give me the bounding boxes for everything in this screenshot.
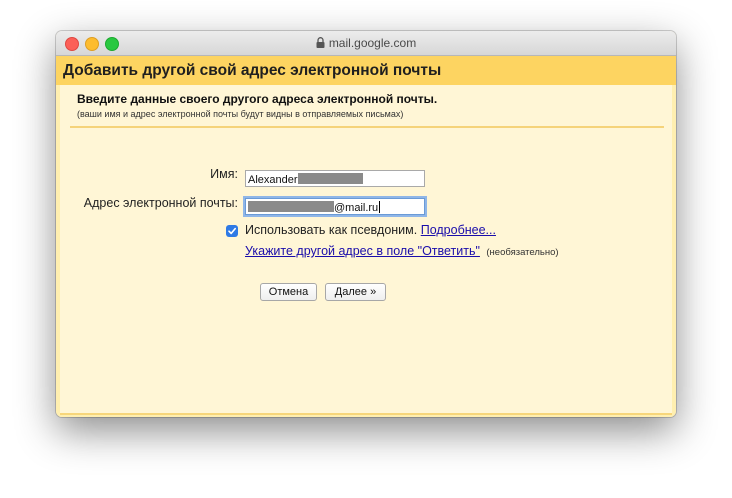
reply-to-row: Укажите другой адрес в поле "Ответить" (…: [245, 242, 559, 260]
intro-note: (ваши имя и адрес электронной почты буду…: [77, 109, 404, 119]
intro-title: Введите данные своего другого адреса эле…: [77, 92, 438, 106]
dialog-header: Добавить другой свой адрес электронной п…: [56, 56, 676, 85]
redacted-block: [248, 201, 334, 212]
name-label: Имя:: [210, 167, 238, 181]
reply-to-link[interactable]: Укажите другой адрес в поле "Ответить": [245, 244, 480, 258]
checkmark-icon: [228, 227, 236, 235]
name-value: Alexander: [248, 174, 298, 186]
url-text: mail.google.com: [328, 36, 417, 50]
next-button[interactable]: Далее »: [325, 283, 386, 301]
browser-window: mail.google.com Добавить другой свой адр…: [56, 31, 676, 417]
redacted-block: [297, 173, 363, 184]
more-info-link[interactable]: Подробнее...: [421, 223, 496, 237]
address-bar[interactable]: mail.google.com: [56, 36, 676, 51]
alias-label: Использовать как псевдоним.: [245, 223, 418, 237]
dialog-panel: Введите данные своего другого адреса эле…: [60, 85, 672, 415]
email-value: @mail.ru: [334, 202, 379, 214]
email-label: Адрес электронной почты:: [83, 196, 238, 210]
dialog-title: Добавить другой свой адрес электронной п…: [63, 62, 442, 79]
cancel-button[interactable]: Отмена: [260, 283, 317, 301]
optional-note: (необязательно): [486, 247, 559, 258]
title-bar: mail.google.com: [56, 31, 676, 56]
divider: [70, 126, 664, 128]
alias-row: Использовать как псевдоним. Подробнее...: [245, 223, 496, 237]
name-input[interactable]: Alexander: [245, 170, 425, 187]
alias-checkbox[interactable]: [226, 225, 238, 237]
lock-icon: [316, 37, 325, 51]
page-content: Добавить другой свой адрес электронной п…: [56, 56, 676, 417]
text-caret: [379, 201, 381, 213]
email-input[interactable]: @mail.ru: [245, 198, 425, 215]
